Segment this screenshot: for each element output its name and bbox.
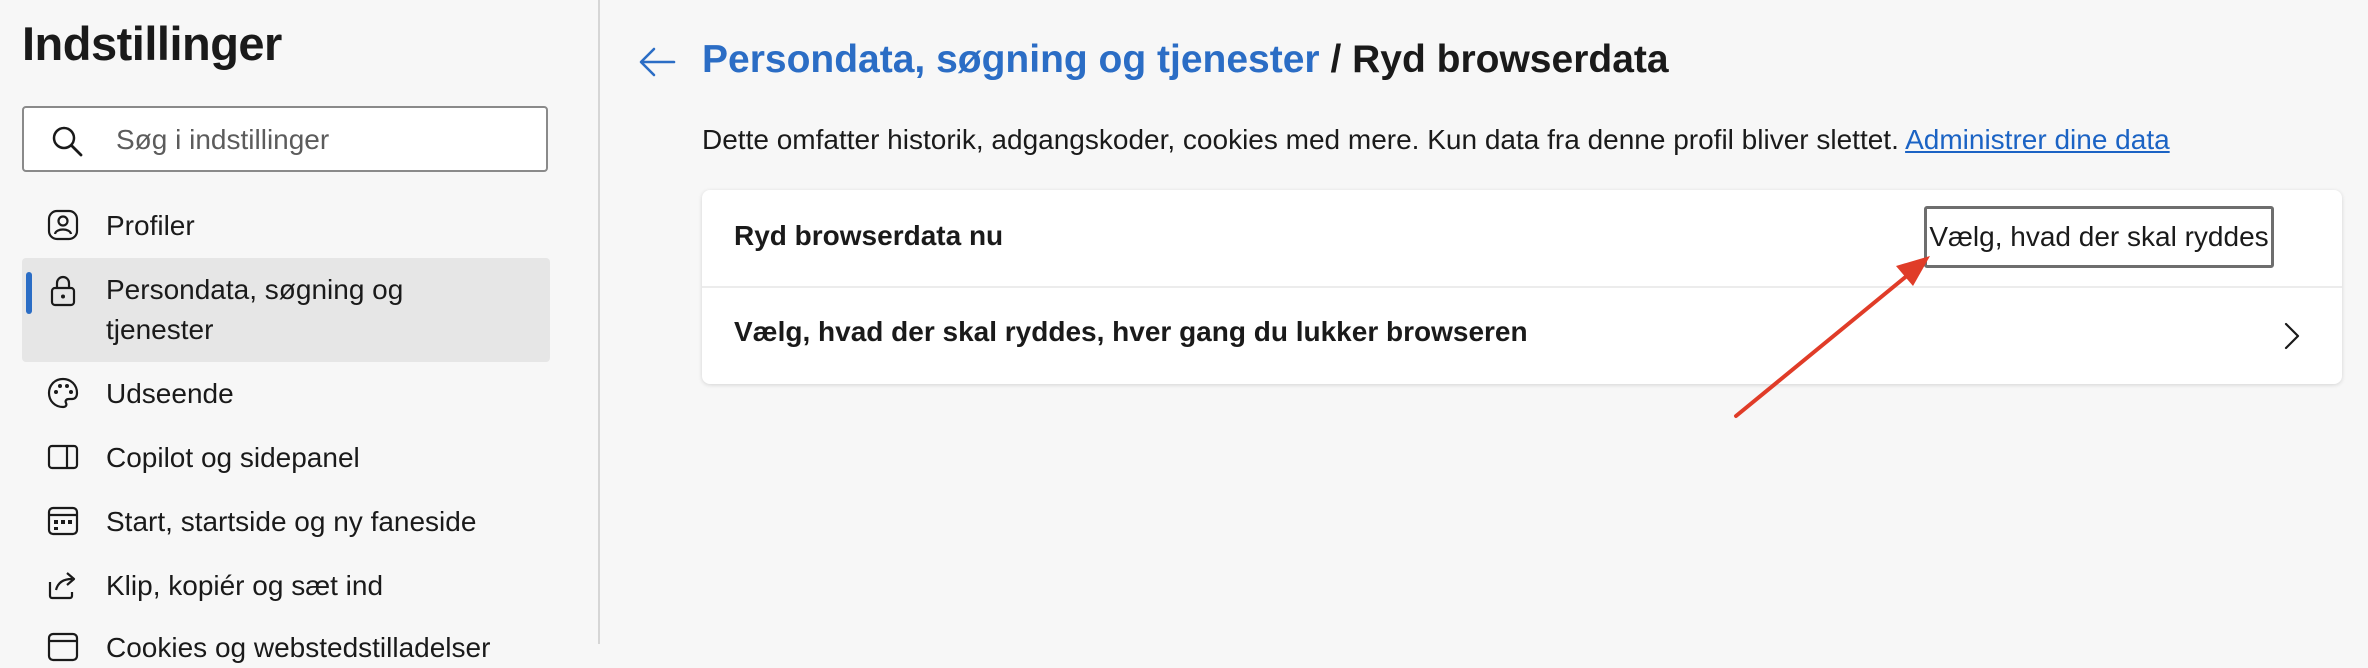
breadcrumb: Persondata, søgning og tjenester / Ryd b… [702,38,1669,82]
chevron-right-icon [2284,322,2300,350]
choose-what-to-clear-button[interactable]: Vælg, hvad der skal ryddes [1924,206,2274,268]
search-input[interactable] [114,116,538,164]
lock-icon [50,275,76,307]
sidebar-item-label: Klip, kopiér og sæt ind [106,570,384,601]
sidebar-item-label: Start, startside og ny faneside [106,506,477,537]
sidepanel-icon [47,444,79,470]
clear-on-close-label: Vælg, hvad der skal ryddes, hver gang du… [734,316,1528,347]
breadcrumb-parent-link[interactable]: Persondata, søgning og tjenester [702,38,1320,81]
profile-icon [47,209,79,241]
sidebar-item-profiles[interactable]: Profiler [22,206,550,246]
manage-data-link[interactable]: Administrer dine data [1905,124,2170,155]
back-arrow-icon[interactable] [636,40,680,84]
cookie-icon [47,632,79,662]
selection-indicator [26,272,32,314]
newtab-icon [47,506,79,536]
breadcrumb-separator: / [1330,38,1342,81]
sidebar-item-label: Profiler [106,210,195,241]
search-icon [52,126,83,157]
description-text: Dette omfatter historik, adgangskoder, c… [702,124,1899,155]
palette-icon [47,377,79,409]
sidebar-title: Indstillinger [22,17,282,70]
sidebar-item-copilot[interactable]: Copilot og sidepanel [22,438,550,478]
settings-sidebar: Indstillinger Profiler Persondata, søgni… [0,0,600,663]
sidebar-item-cookies[interactable]: Cookies og webstedstilladelser [22,628,550,668]
sidebar-item-label: Cookies og webstedstilladelser [106,632,491,663]
clear-on-close-row[interactable]: Vælg, hvad der skal ryddes, hver gang du… [702,288,2342,384]
sidebar-item-label: Copilot og sidepanel [106,442,360,473]
search-box[interactable] [22,106,548,172]
page-title: Ryd browserdata [1352,38,1669,81]
sidebar-item-start[interactable]: Start, startside og ny faneside [22,502,550,542]
sidebar-item-label: Persondata, søgning og tjenester [106,274,404,345]
sidebar-item-label: Udseende [106,378,234,409]
sidebar-item-clipboard[interactable]: Klip, kopiér og sæt ind [22,566,550,606]
clear-now-label: Ryd browserdata nu [734,220,1004,251]
sidebar-item-appearance[interactable]: Udseende [22,374,550,414]
sidebar-item-privacy[interactable]: Persondata, søgning og tjenester [22,258,550,362]
clear-data-card: Ryd browserdata nu Vælg, hvad der skal r… [702,190,2342,384]
share-icon [48,572,76,600]
page-description: Dette omfatter historik, adgangskoder, c… [702,124,2170,156]
